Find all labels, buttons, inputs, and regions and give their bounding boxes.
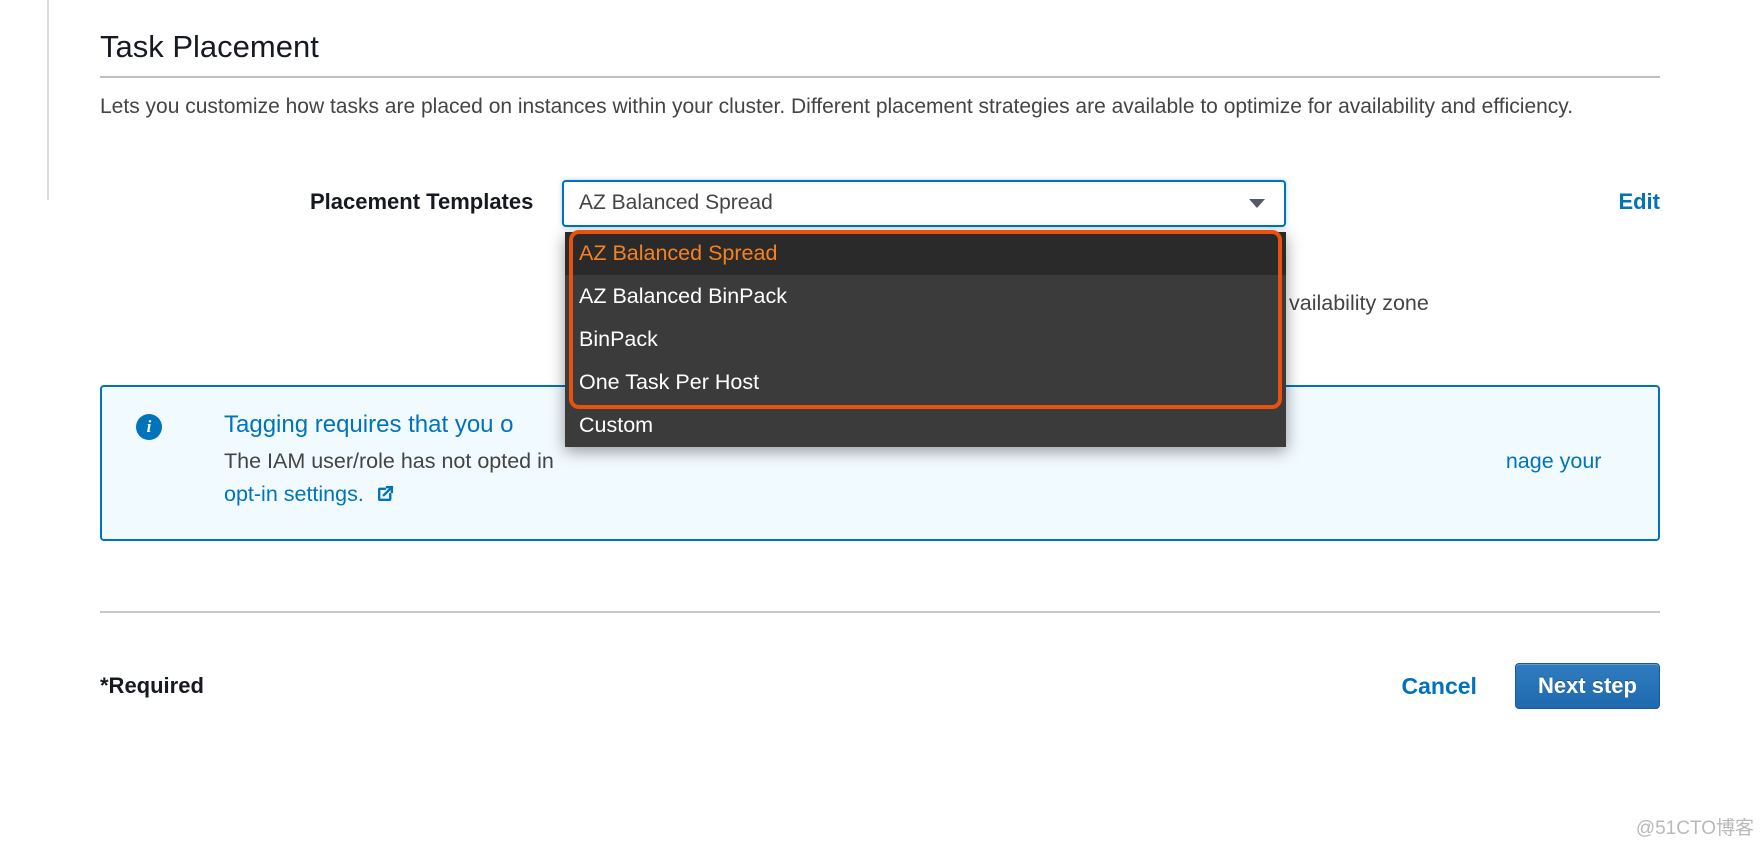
required-label: *Required (100, 673, 204, 699)
section-title-underline (100, 76, 1660, 78)
footer-row: *Required Cancel Next step (100, 663, 1660, 709)
cancel-button[interactable]: Cancel (1402, 673, 1477, 700)
footer-divider (100, 611, 1660, 613)
placement-templates-select[interactable]: AZ Balanced Spread (562, 180, 1286, 227)
edit-link[interactable]: Edit (1618, 189, 1660, 214)
watermark: @51CTO博客 (1636, 813, 1754, 840)
dropdown-option-one-task-per-host[interactable]: One Task Per Host (565, 361, 1286, 404)
next-step-button[interactable]: Next step (1515, 663, 1660, 709)
dropdown-option-az-balanced-binpack[interactable]: AZ Balanced BinPack (565, 275, 1286, 318)
info-icon: i (136, 414, 162, 440)
info-body-text: The IAM user/role has not opted in (224, 449, 554, 473)
placement-templates-label-col: Placement Templates (100, 180, 562, 224)
main-content: Task Placement Lets you customize how ta… (100, 29, 1660, 709)
left-divider (47, 0, 49, 200)
footer-actions: Cancel Next step (1402, 663, 1660, 709)
placement-templates-row: Placement Templates AZ Balanced Spread A… (100, 180, 1660, 227)
dropdown-option-az-balanced-spread[interactable]: AZ Balanced Spread (565, 232, 1286, 275)
dropdown-option-binpack[interactable]: BinPack (565, 318, 1286, 361)
placement-templates-value: AZ Balanced Spread (579, 191, 773, 215)
dropdown-option-custom[interactable]: Custom (565, 404, 1286, 447)
external-link-icon (376, 484, 395, 503)
placement-edit-col: Edit (1536, 180, 1660, 224)
placement-templates-field: AZ Balanced Spread AZ Balanced Spread AZ… (562, 180, 1536, 227)
chevron-down-icon (1249, 199, 1265, 208)
placement-templates-dropdown: AZ Balanced Spread AZ Balanced BinPack B… (565, 232, 1286, 447)
placement-templates-label: Placement Templates (310, 189, 533, 214)
section-description: Lets you customize how tasks are placed … (100, 91, 1660, 124)
section-title: Task Placement (100, 29, 1660, 65)
help-text-availability-zone: vailability zone (1289, 291, 1760, 316)
info-body: The IAM user/role has not opted in nage … (224, 445, 1624, 512)
